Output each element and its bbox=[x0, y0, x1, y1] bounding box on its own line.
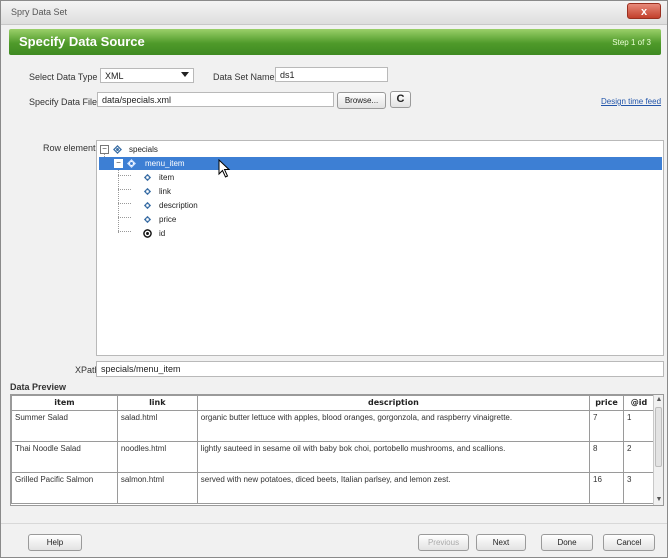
element-repeat-icon bbox=[113, 145, 122, 154]
row-element-tree[interactable]: − specials − menu_item item link descrip… bbox=[96, 140, 664, 356]
design-time-feed-link[interactable]: Design time feed bbox=[601, 97, 661, 106]
element-icon bbox=[143, 215, 152, 224]
tree-node-specials[interactable]: − specials bbox=[99, 143, 299, 156]
scroll-up-icon[interactable]: ▲ bbox=[655, 396, 663, 404]
column-header[interactable]: price bbox=[589, 395, 624, 411]
element-icon bbox=[143, 173, 152, 182]
collapse-toggle-icon[interactable]: − bbox=[100, 145, 109, 154]
close-button[interactable]: x bbox=[627, 3, 661, 19]
table-cell: salmon.html bbox=[116, 472, 198, 504]
data-type-select[interactable]: XML bbox=[100, 68, 194, 83]
attribute-icon bbox=[143, 229, 152, 238]
table-cell: 7 bbox=[589, 410, 624, 442]
done-button[interactable]: Done bbox=[541, 534, 593, 551]
table-cell: noodles.html bbox=[116, 441, 198, 473]
browse-button[interactable]: Browse... bbox=[337, 92, 386, 109]
tree-node-label: specials bbox=[129, 145, 158, 154]
element-repeat-icon bbox=[127, 159, 136, 168]
table-row[interactable]: Grilled Pacific Salmon salmon.html serve… bbox=[11, 472, 655, 504]
column-header[interactable]: item bbox=[11, 395, 118, 411]
data-file-label: Specify Data File bbox=[29, 97, 98, 107]
mouse-pointer-icon bbox=[218, 159, 231, 178]
table-header-row: item link description price @id bbox=[11, 395, 655, 411]
data-type-value: XML bbox=[105, 71, 124, 81]
element-icon bbox=[143, 201, 152, 210]
tree-node-label: link bbox=[159, 187, 172, 196]
table-cell: lightly sauteed in sesame oil with baby … bbox=[196, 441, 591, 473]
preview-scrollbar[interactable]: ▲ ▼ bbox=[653, 395, 663, 505]
tree-node-label: price bbox=[159, 215, 177, 224]
table-cell: 1 bbox=[623, 410, 655, 442]
data-type-label: Select Data Type bbox=[29, 72, 98, 82]
chevron-down-icon bbox=[181, 72, 189, 77]
xpath-input[interactable]: specials/menu_item bbox=[96, 361, 664, 377]
tree-node-label: menu_item bbox=[145, 159, 185, 168]
tree-node-menu-item[interactable]: − menu_item bbox=[99, 157, 662, 170]
table-row[interactable]: Thai Noodle Salad noodles.html lightly s… bbox=[11, 441, 655, 473]
table-cell: Summer Salad bbox=[11, 410, 118, 442]
tree-node-price[interactable]: price bbox=[99, 213, 299, 226]
tree-node-item[interactable]: item bbox=[99, 171, 299, 184]
tree-node-id[interactable]: id bbox=[99, 227, 299, 240]
tree-node-label: id bbox=[159, 229, 166, 238]
data-preview-title: Data Preview bbox=[10, 382, 67, 392]
table-cell: 8 bbox=[589, 441, 624, 473]
dataset-name-label: Data Set Name bbox=[213, 72, 275, 82]
refresh-icon[interactable]: C bbox=[390, 91, 411, 108]
table-cell: Thai Noodle Salad bbox=[11, 441, 118, 473]
data-preview-table[interactable]: item link description price @id Summer S… bbox=[10, 394, 664, 506]
table-cell: salad.html bbox=[116, 410, 198, 442]
table-cell: 2 bbox=[623, 441, 655, 473]
table-cell: served with new potatoes, diced beets, I… bbox=[196, 472, 591, 504]
table-cell: organic butter lettuce with apples, bloo… bbox=[196, 410, 591, 442]
table-row[interactable]: Summer Salad salad.html organic butter l… bbox=[11, 410, 655, 442]
wizard-title: Specify Data Source bbox=[19, 34, 145, 49]
collapse-toggle-icon[interactable]: − bbox=[114, 159, 123, 168]
footer-divider bbox=[1, 523, 667, 524]
tree-node-link[interactable]: link bbox=[99, 185, 299, 198]
next-button[interactable]: Next bbox=[476, 534, 526, 551]
table-cell: 16 bbox=[589, 472, 624, 504]
cancel-button[interactable]: Cancel bbox=[603, 534, 655, 551]
table-cell: Grilled Pacific Salmon bbox=[11, 472, 118, 504]
scroll-thumb[interactable] bbox=[655, 407, 662, 467]
row-element-label: Row element bbox=[43, 143, 96, 153]
window-title: Spry Data Set bbox=[11, 7, 68, 17]
previous-button[interactable]: Previous bbox=[418, 534, 469, 551]
tree-node-label: item bbox=[159, 173, 175, 182]
tree-node-label: description bbox=[159, 201, 198, 210]
preview-grid: item link description price @id Summer S… bbox=[11, 395, 655, 504]
column-header[interactable]: link bbox=[116, 395, 198, 411]
tree-node-description[interactable]: description bbox=[99, 199, 299, 212]
table-cell: 3 bbox=[623, 472, 655, 504]
element-icon bbox=[143, 187, 152, 196]
spry-dataset-dialog: Spry Data Set x Specify Data Source Step… bbox=[0, 0, 668, 558]
wizard-step: Step 1 of 3 bbox=[612, 38, 651, 47]
column-header[interactable]: description bbox=[196, 395, 591, 411]
column-header[interactable]: @id bbox=[623, 395, 655, 411]
data-file-input[interactable]: data/specials.xml bbox=[97, 92, 334, 107]
scroll-down-icon[interactable]: ▼ bbox=[655, 496, 663, 504]
help-button[interactable]: Help bbox=[28, 534, 82, 551]
window-titlebar: Spry Data Set x bbox=[1, 1, 667, 25]
dataset-name-input[interactable]: ds1 bbox=[275, 67, 388, 82]
wizard-header: Specify Data Source Step 1 of 3 bbox=[9, 29, 661, 55]
